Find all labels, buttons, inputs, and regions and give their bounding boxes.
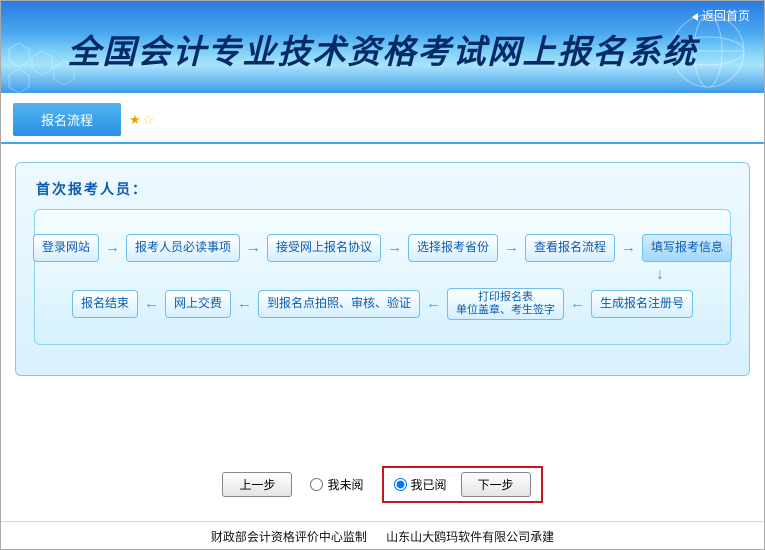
flow-diagram: 登录网站 → 报考人员必读事项 → 接受网上报名协议 → 选择报考省份 → 查看… xyxy=(34,209,731,345)
highlight-callout: 我已阅 下一步 xyxy=(382,466,543,503)
step-accept-agreement: 接受网上报名协议 xyxy=(267,234,381,262)
back-home-link[interactable]: 返回首页 xyxy=(692,7,750,24)
step-select-province: 选择报考省份 xyxy=(408,234,498,262)
tab-registration-process[interactable]: 报名流程 xyxy=(13,103,121,136)
unread-radio-label[interactable]: 我未阅 xyxy=(310,476,363,493)
arrow-left-icon: ← xyxy=(568,295,587,312)
flow-row-1: 登录网站 → 报考人员必读事项 → 接受网上报名协议 → 选择报考省份 → 查看… xyxy=(45,234,720,262)
arrow-left-icon: ← xyxy=(424,295,443,312)
star-outline-icon: ☆ xyxy=(143,112,155,128)
arrow-right-icon: → xyxy=(385,239,404,256)
footer-left: 财政部会计资格评价中心监制 xyxy=(211,530,367,544)
arrow-right-icon: → xyxy=(502,239,521,256)
arrow-right-icon: → xyxy=(244,239,263,256)
first-time-panel: 首次报考人员： 登录网站 → 报考人员必读事项 → 接受网上报名协议 → 选择报… xyxy=(15,162,750,376)
panel-title: 首次报考人员： xyxy=(34,173,731,209)
step-gen-reg-id: 生成报名注册号 xyxy=(591,290,693,318)
header-banner: 返回首页 全国会计专业技术资格考试网上报名系统 xyxy=(1,1,764,93)
unread-text: 我未阅 xyxy=(327,476,363,493)
read-radio-label[interactable]: 我已阅 xyxy=(394,476,447,493)
step-end: 报名结束 xyxy=(72,290,138,318)
arrow-right-icon: → xyxy=(103,239,122,256)
page-root: 返回首页 全国会计专业技术资格考试网上报名系统 报名流程 ★ ☆ 首次报考人员：… xyxy=(0,0,765,550)
footer: 财政部会计资格评价中心监制 山东山大鸥玛软件有限公司承建 xyxy=(1,521,764,549)
step-login: 登录网站 xyxy=(33,234,99,262)
step-pay-online: 网上交费 xyxy=(165,290,231,318)
footer-right: 山东山大鸥玛软件有限公司承建 xyxy=(386,530,554,544)
main-area: 首次报考人员： 登录网站 → 报考人员必读事项 → 接受网上报名协议 → 选择报… xyxy=(1,144,764,521)
tab-bar: 报名流程 ★ ☆ xyxy=(1,93,764,144)
page-title: 全国会计专业技术资格考试网上报名系统 xyxy=(1,25,764,73)
flow-row-2: 报名结束 ← 网上交费 ← 到报名点拍照、审核、验证 ← 打印报名表单位盖章、考… xyxy=(45,288,720,320)
prev-button[interactable]: 上一步 xyxy=(222,472,292,497)
nav-controls: 上一步 我未阅 我已阅 下一步 xyxy=(15,448,750,511)
read-text: 我已阅 xyxy=(411,476,447,493)
star-icon: ★ xyxy=(129,112,141,128)
arrow-left-icon: ← xyxy=(235,295,254,312)
read-radio[interactable] xyxy=(394,478,407,491)
arrow-down-icon: ↓ xyxy=(45,268,720,282)
unread-radio[interactable] xyxy=(310,478,323,491)
step-fill-info: 填写报考信息 xyxy=(642,234,732,262)
step-required-reading: 报考人员必读事项 xyxy=(126,234,240,262)
step-view-process: 查看报名流程 xyxy=(525,234,615,262)
arrow-left-icon: ← xyxy=(142,295,161,312)
step-print-form: 打印报名表单位盖章、考生签字 xyxy=(447,288,564,320)
arrow-right-icon: → xyxy=(619,239,638,256)
next-button[interactable]: 下一步 xyxy=(461,472,531,497)
step-onsite-verify: 到报名点拍照、审核、验证 xyxy=(258,290,420,318)
